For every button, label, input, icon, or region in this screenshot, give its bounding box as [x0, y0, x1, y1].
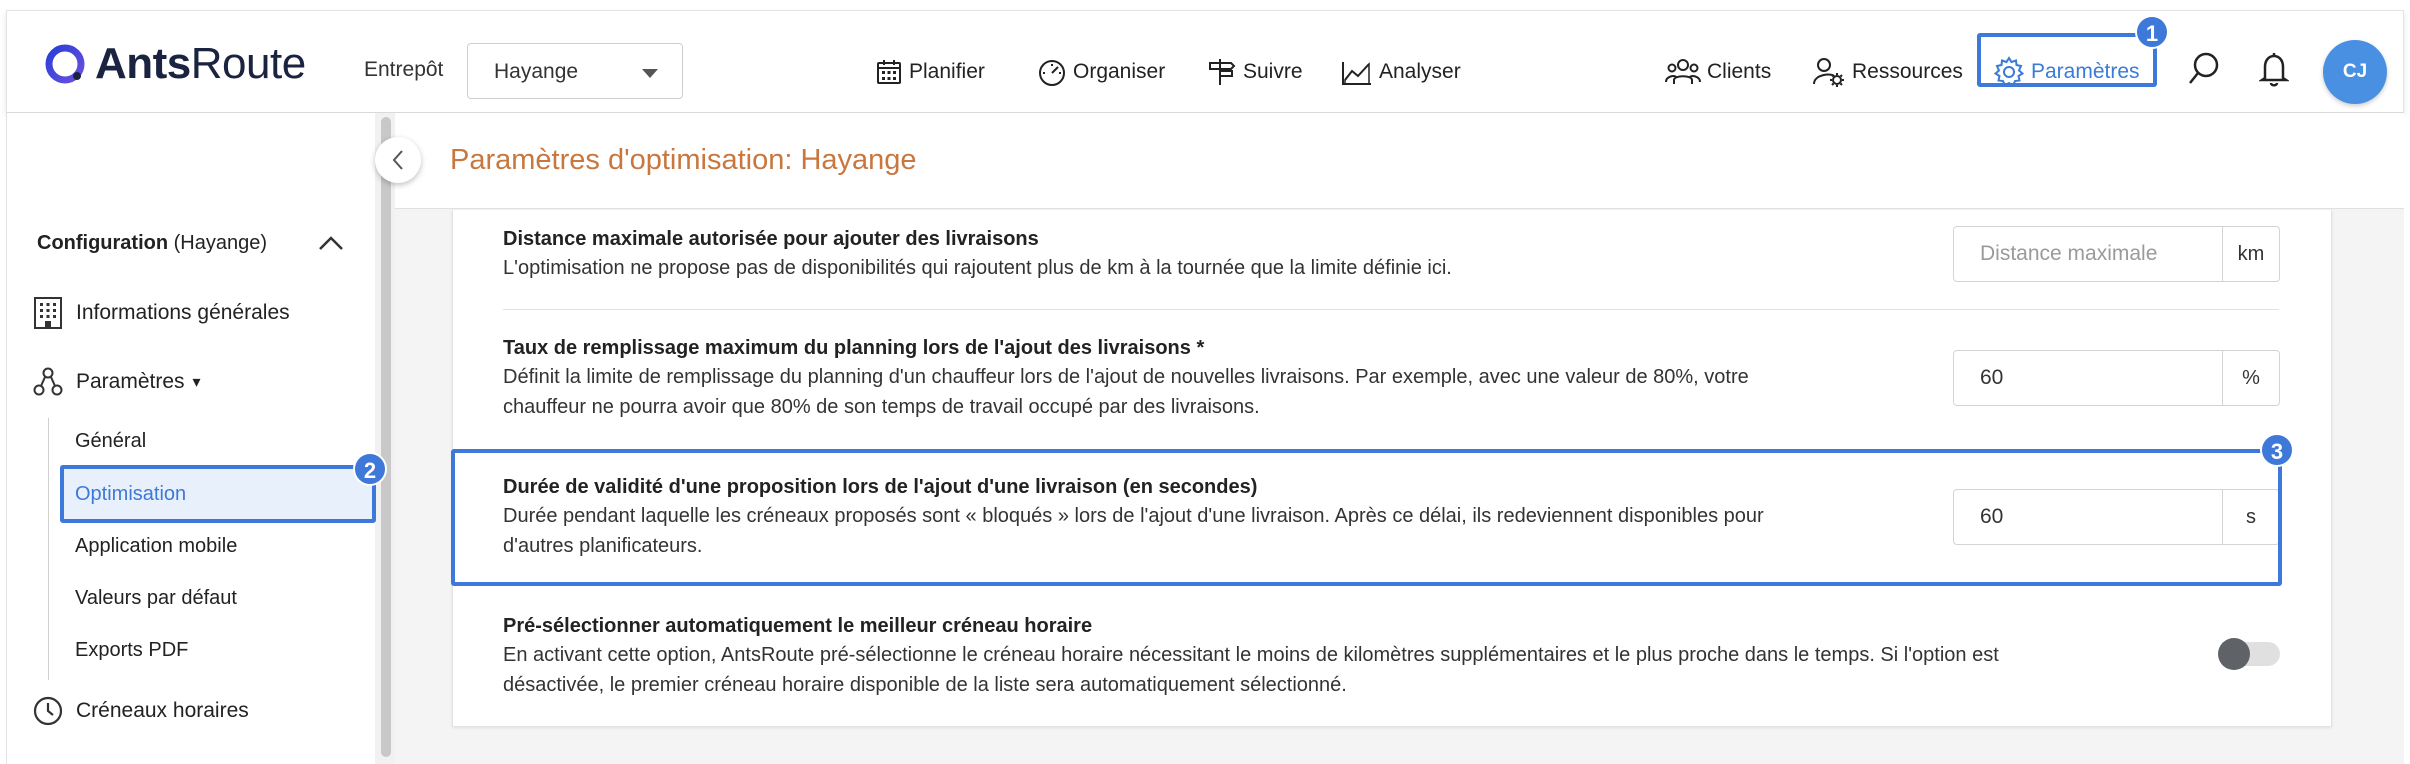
divider: [503, 309, 2279, 310]
max-distance-input[interactable]: Distance maximale: [1954, 227, 2222, 281]
nav-planifier-label: Planifier: [909, 60, 985, 83]
warehouse-select[interactable]: Hayange: [467, 43, 683, 99]
nav-suivre[interactable]: Suivre: [1207, 55, 1303, 89]
user-gear-icon: [1813, 58, 1844, 87]
building-icon: [34, 297, 62, 329]
speedometer-icon: [1039, 60, 1065, 86]
sidebar-subitem-exports-pdf[interactable]: Exports PDF: [75, 639, 188, 662]
warehouse-select-value: Hayange: [494, 60, 579, 83]
fill-rate-input-group: 60 %: [1953, 350, 2280, 406]
setting-description: Définit la limite de remplissage du plan…: [503, 366, 1749, 418]
nodes-icon: [33, 367, 63, 396]
unit-label: %: [2222, 351, 2279, 405]
chevron-left-icon: [392, 150, 403, 170]
sidebar: [6, 113, 381, 764]
sidebar-item-label: Créneaux horaires: [76, 699, 249, 722]
nav-organiser[interactable]: Organiser: [1037, 55, 1165, 89]
page-title: Paramètres d'optimisation: Hayange: [450, 144, 917, 176]
sidebar-scrollbar[interactable]: [375, 113, 395, 764]
auto-preselect-toggle[interactable]: [2218, 638, 2280, 670]
caret-down-icon: ▾: [192, 374, 201, 391]
highlight-box-3: [451, 449, 2282, 586]
warehouse-label: Entrepôt: [364, 58, 444, 81]
antsroute-logo[interactable]: AntsRoute: [43, 39, 306, 89]
signpost-icon: [1209, 59, 1236, 85]
highlight-box-1: [1977, 33, 2157, 87]
sidebar-subitem-valeurs-defaut[interactable]: Valeurs par défaut: [75, 587, 237, 610]
chevron-down-icon: [642, 69, 658, 78]
highlight-box-2: [60, 465, 376, 523]
step-badge-1: 1: [2135, 15, 2169, 49]
user-avatar[interactable]: CJ: [2323, 40, 2387, 104]
logo-text: AntsRoute: [95, 39, 306, 88]
clock-icon: [33, 696, 63, 726]
users-icon: [1665, 59, 1701, 84]
step-badge-2: 2: [353, 452, 387, 486]
nav-analyser[interactable]: Analyser: [1341, 55, 1461, 89]
sidebar-scrollbar-thumb[interactable]: [381, 117, 391, 757]
nav-planifier[interactable]: Planifier: [875, 55, 985, 89]
collapse-sidebar-button[interactable]: [375, 137, 421, 183]
sidebar-item-creneaux[interactable]: Créneaux horaires: [32, 694, 249, 728]
submenu-guide-line: [48, 418, 49, 680]
sidebar-item-informations[interactable]: Informations générales: [32, 296, 290, 330]
unit-label: km: [2222, 227, 2279, 281]
calendar-icon: [877, 60, 901, 84]
nav-ressources-label: Ressources: [1852, 60, 1963, 83]
max-distance-input-group: Distance maximale km: [1953, 226, 2280, 282]
bell-icon[interactable]: [2259, 51, 2289, 87]
sidebar-subitem-application-mobile[interactable]: Application mobile: [75, 535, 237, 558]
setting-description: En activant cette option, AntsRoute pré-…: [503, 644, 1999, 696]
search-icon[interactable]: [2187, 51, 2221, 87]
step-badge-3: 3: [2260, 433, 2294, 467]
config-title: Configuration (Hayange): [37, 232, 268, 254]
nav-analyser-label: Analyser: [1379, 60, 1461, 83]
setting-title: Distance maximale autorisée pour ajouter…: [503, 228, 1039, 250]
setting-title: Pré-sélectionner automatiquement le meil…: [503, 615, 1093, 637]
nav-organiser-label: Organiser: [1073, 60, 1166, 83]
nav-clients[interactable]: Clients: [1665, 55, 1771, 89]
nav-clients-label: Clients: [1707, 60, 1772, 83]
logo-mark-icon: [45, 44, 85, 84]
sidebar-item-parametres[interactable]: Paramètres ▾: [32, 365, 201, 399]
nav-ressources[interactable]: Ressources: [1812, 55, 1963, 89]
sidebar-item-label: Informations générales: [76, 301, 290, 324]
sidebar-subitem-general[interactable]: Général: [75, 430, 146, 453]
fill-rate-input[interactable]: 60: [1954, 351, 2222, 405]
setting-title: Taux de remplissage maximum du planning …: [503, 337, 1205, 359]
toggle-knob: [2218, 638, 2250, 670]
sidebar-item-label: Paramètres: [76, 370, 185, 393]
chart-icon: [1342, 62, 1371, 85]
setting-description: L'optimisation ne propose pas de disponi…: [503, 257, 1452, 279]
nav-suivre-label: Suivre: [1243, 60, 1303, 83]
chevron-up-icon[interactable]: [318, 234, 344, 252]
